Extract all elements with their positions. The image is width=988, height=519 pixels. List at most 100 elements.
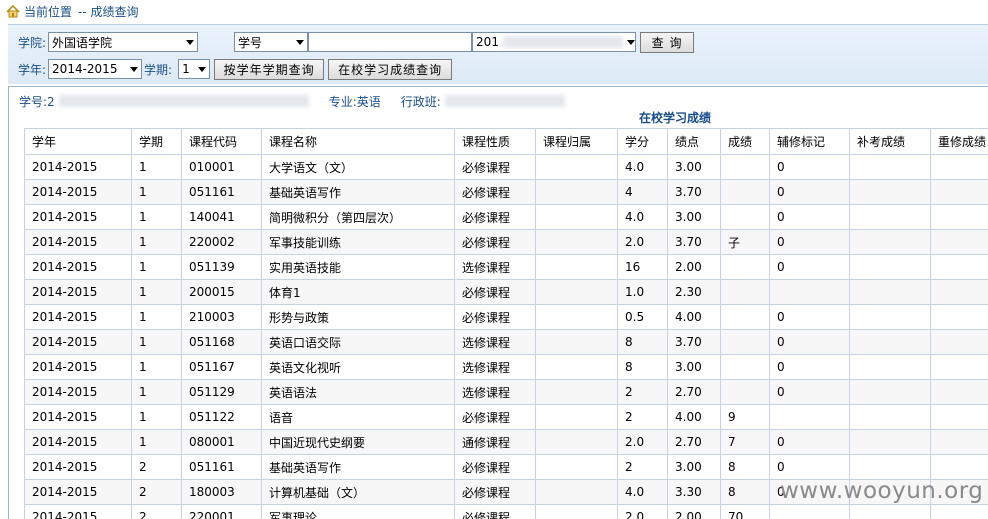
chevron-down-icon: [626, 39, 635, 45]
table-cell: 中国近现代史纲要: [261, 429, 455, 455]
table-cell: 1: [131, 179, 182, 205]
table-cell: 2014-2015: [24, 329, 132, 355]
table-cell: [930, 204, 988, 230]
table-cell: 4.0: [617, 154, 668, 180]
table-cell: [535, 504, 618, 519]
table-cell: 2014-2015: [24, 304, 132, 330]
table-cell: 8: [720, 479, 770, 505]
table-cell: 2: [617, 379, 668, 405]
table-cell: [720, 154, 770, 180]
query-panel: 学院: 外国语学院 学号 201 查 询 学年: 2014-2015 学期: 1: [8, 24, 988, 84]
table-cell: 0: [769, 429, 850, 455]
table-cell: [720, 254, 770, 280]
table-cell: 051161: [181, 454, 262, 480]
table-cell: 1: [131, 229, 182, 255]
table-cell: 2014-2015: [24, 404, 132, 430]
table-cell: [849, 379, 931, 405]
col-header: 学年: [24, 128, 132, 155]
table-cell: 0: [769, 179, 850, 205]
query-button[interactable]: 查 询: [640, 31, 695, 53]
table-cell: [930, 179, 988, 205]
year-select[interactable]: 2014-2015: [48, 59, 143, 79]
major-value: 英语: [356, 94, 381, 109]
all-grades-query-button[interactable]: 在校学习成绩查询: [328, 58, 453, 80]
college-select[interactable]: 外国语学院: [48, 32, 199, 52]
table-cell: 1.0: [617, 279, 668, 305]
table-cell: 1: [131, 404, 182, 430]
table-cell: 体育1: [261, 279, 455, 305]
table-cell: 051167: [181, 354, 262, 380]
table-cell: 2.00: [667, 254, 721, 280]
table-cell: 英语语法: [261, 379, 455, 405]
student-id-select[interactable]: 201: [472, 32, 637, 52]
table-cell: 8: [617, 354, 668, 380]
term-query-button[interactable]: 按学年学期查询: [214, 58, 325, 80]
table-cell: 必修课程: [454, 454, 536, 480]
table-cell: [769, 504, 850, 519]
col-header: 补考成绩: [849, 128, 931, 155]
table-cell: 051122: [181, 404, 262, 430]
table-cell: 军事技能训练: [261, 229, 455, 255]
col-header: 成绩: [720, 128, 770, 155]
table-cell: [930, 404, 988, 430]
table-cell: 0: [769, 454, 850, 480]
table-cell: [769, 279, 850, 305]
table-cell: [849, 429, 931, 455]
table-cell: 选修课程: [454, 354, 536, 380]
table-cell: [720, 204, 770, 230]
table-cell: 1: [131, 354, 182, 380]
table-cell: [535, 279, 618, 305]
search-field-select[interactable]: 学号: [234, 32, 309, 52]
table-cell: 4.0: [617, 479, 668, 505]
table-cell: 必修课程: [454, 404, 536, 430]
table-cell: 2014-2015: [24, 154, 132, 180]
table-cell: [930, 329, 988, 355]
table-cell: 2.00: [667, 504, 721, 519]
col-header: 学期: [131, 128, 182, 155]
table-cell: 4.00: [667, 304, 721, 330]
table-cell: [535, 379, 618, 405]
table-cell: 0.5: [617, 304, 668, 330]
table-cell: 3.70: [667, 329, 721, 355]
table-cell: 1: [131, 254, 182, 280]
table-cell: [535, 179, 618, 205]
table-cell: [720, 354, 770, 380]
table-cell: 3.00: [667, 204, 721, 230]
col-header: 学分: [617, 128, 668, 155]
table-cell: 2: [131, 504, 182, 519]
table-cell: 简明微积分（第四层次）: [261, 204, 455, 230]
table-cell: 051129: [181, 379, 262, 405]
table-cell: [535, 154, 618, 180]
table-cell: 英语口语交际: [261, 329, 455, 355]
table-cell: 0: [769, 304, 850, 330]
table-cell: 3.70: [667, 229, 721, 255]
table-cell: 051161: [181, 179, 262, 205]
table-cell: 200015: [181, 279, 262, 305]
table-cell: 4.0: [617, 204, 668, 230]
table-cell: 010001: [181, 154, 262, 180]
table-cell: 2: [617, 454, 668, 480]
table-cell: [720, 379, 770, 405]
table-cell: [930, 254, 988, 280]
table-cell: [930, 354, 988, 380]
redacted-value: [502, 36, 623, 48]
table-cell: 180003: [181, 479, 262, 505]
table-cell: 2014-2015: [24, 279, 132, 305]
table-cell: [535, 229, 618, 255]
table-row: 2014-2015 1 051168 英语口语交际 选修课程 8 3.70 0: [24, 329, 988, 355]
term-select[interactable]: 1: [178, 59, 211, 79]
table-cell: 必修课程: [454, 154, 536, 180]
table-cell: [849, 154, 931, 180]
table-cell: [849, 204, 931, 230]
search-input[interactable]: [308, 32, 473, 52]
table-cell: 0: [769, 329, 850, 355]
col-header: 课程归属: [535, 128, 618, 155]
redacted-class: [444, 95, 565, 107]
table-row: 2014-2015 1 140041 简明微积分（第四层次） 必修课程 4.0 3.00 0: [24, 204, 988, 230]
table-cell: 0: [769, 354, 850, 380]
table-cell: 2: [131, 454, 182, 480]
table-cell: [535, 454, 618, 480]
table-cell: [849, 279, 931, 305]
table-cell: 必修课程: [454, 479, 536, 505]
col-header: 重修成绩: [930, 128, 988, 155]
